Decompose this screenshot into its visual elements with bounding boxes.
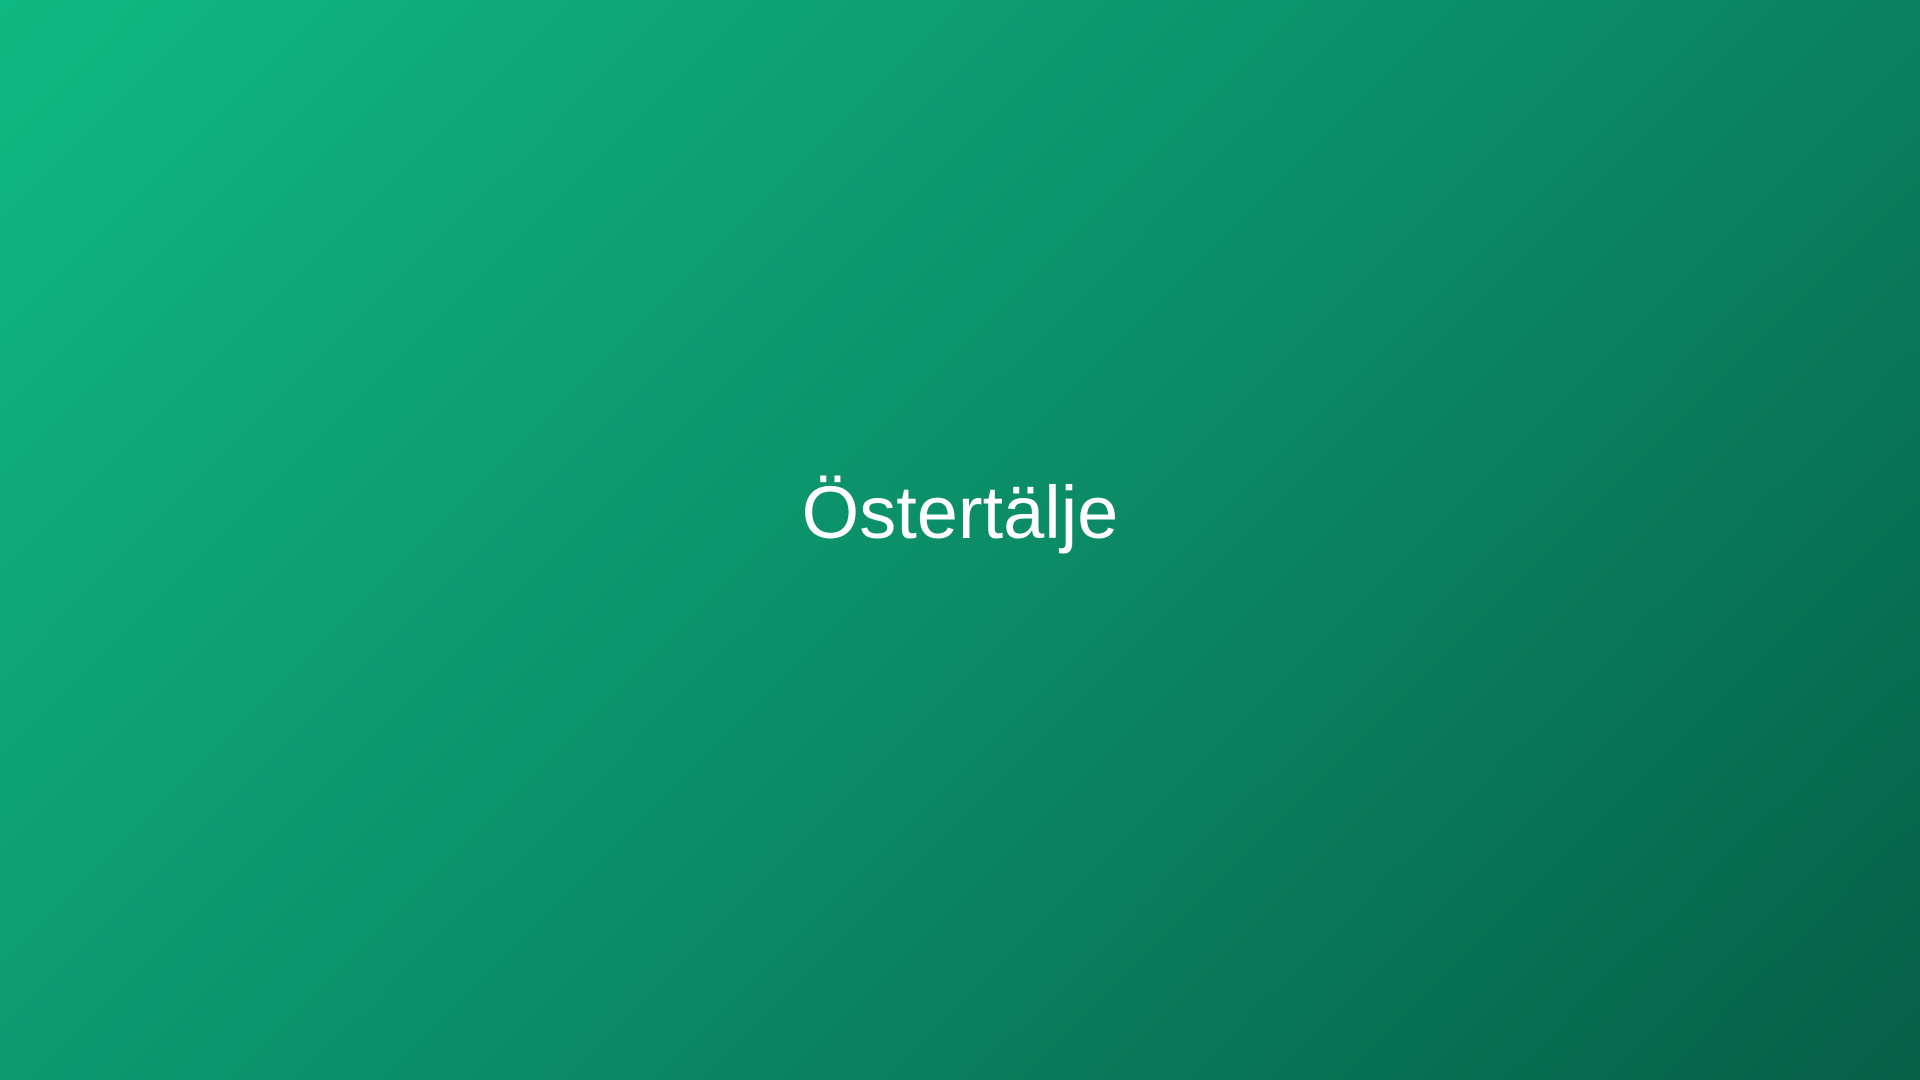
- splash-screen: Östertälje: [0, 0, 1920, 1080]
- location-title: Östertälje: [801, 471, 1119, 554]
